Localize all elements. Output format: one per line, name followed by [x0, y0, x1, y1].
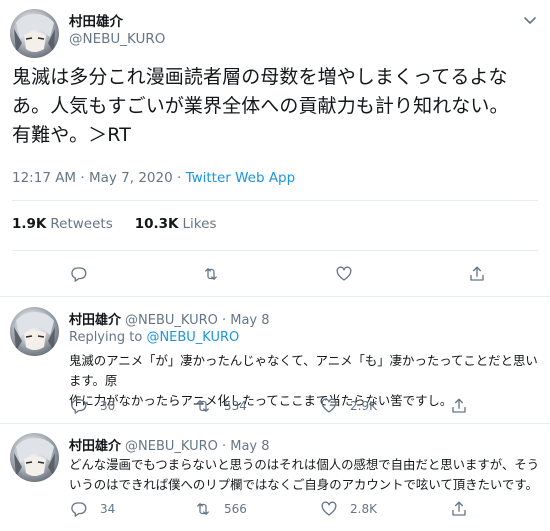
- heart-icon: [321, 398, 337, 413]
- like-button[interactable]: 2.9K: [320, 397, 377, 415]
- share-icon: [470, 266, 484, 281]
- tweet-stats: 1.9K Retweets 10.3K Likes: [12, 216, 216, 232]
- share-icon: [452, 501, 466, 516]
- retweets-label: Retweets: [50, 216, 113, 232]
- reply-tweet[interactable]: 村田雄介 @NEBU_KURO · May 8 Replying to @NEBU…: [0, 297, 550, 423]
- author-handle[interactable]: @NEBU_KURO: [69, 31, 165, 47]
- avatar[interactable]: [10, 307, 59, 356]
- retweets-stat[interactable]: 1.9K Retweets: [12, 216, 113, 232]
- reply-button[interactable]: 30: [70, 397, 115, 415]
- author-name[interactable]: 村田雄介: [69, 10, 123, 30]
- share-button[interactable]: [450, 500, 468, 518]
- reply-header: 村田雄介 @NEBU_KURO · May 8: [69, 435, 270, 454]
- retweet-button[interactable]: 534: [194, 397, 247, 415]
- divider: [12, 250, 538, 251]
- retweet-button[interactable]: [202, 265, 220, 283]
- reply-button[interactable]: [70, 265, 88, 283]
- replying-to: Replying to @NEBU_KURO: [69, 330, 239, 345]
- share-icon: [452, 398, 466, 413]
- retweet-icon: [197, 503, 209, 515]
- reply-tweet[interactable]: 村田雄介 @NEBU_KURO · May 8 どんな漫画でもつまらないと思うのは…: [0, 424, 550, 531]
- divider: [12, 200, 538, 201]
- tweet-timestamp[interactable]: 12:17 AM · May 7, 2020 ·: [12, 170, 186, 186]
- reply-meta: @NEBU_KURO · May 8: [125, 313, 270, 328]
- tweet-text-line: 鬼滅は多分これ漫画読者層の母数を増やしまくってるよな: [12, 66, 508, 88]
- heart-icon: [321, 501, 337, 516]
- share-button[interactable]: [450, 397, 468, 415]
- reply-meta: @NEBU_KURO · May 8: [125, 439, 270, 454]
- tweet-meta: 12:17 AM · May 7, 2020 · Twitter Web App: [12, 170, 295, 186]
- reply-author-name[interactable]: 村田雄介: [69, 313, 121, 328]
- like-count: 2.8K: [350, 502, 377, 516]
- retweet-count: 534: [224, 399, 247, 413]
- likes-label: Likes: [182, 216, 217, 232]
- likes-count: 10.3K: [134, 216, 179, 232]
- retweets-count: 1.9K: [12, 216, 47, 232]
- reply-count: 30: [100, 399, 116, 413]
- reply-text: どんな漫画でもつまらないと思うのはそれは個人の感想で自由だと思いますが、そう い…: [69, 455, 541, 495]
- likes-stat[interactable]: 10.3K Likes: [135, 216, 217, 232]
- reply-count: 34: [100, 502, 116, 516]
- reply-header: 村田雄介 @NEBU_KURO · May 8: [69, 309, 270, 328]
- heart-icon: [336, 266, 352, 281]
- like-button[interactable]: [335, 265, 353, 283]
- reply-icon: [71, 267, 87, 282]
- share-button[interactable]: [468, 265, 486, 283]
- retweet-icon: [205, 268, 217, 280]
- author-avatar[interactable]: [10, 9, 59, 58]
- like-button[interactable]: 2.8K: [320, 500, 377, 518]
- reply-author-name[interactable]: 村田雄介: [69, 439, 121, 454]
- replying-to-prefix: Replying to: [69, 330, 147, 345]
- retweet-count: 566: [224, 502, 247, 516]
- tweet-source[interactable]: Twitter Web App: [186, 170, 296, 186]
- reply-actions: 34 566 2.8K: [0, 500, 550, 522]
- tweet-text-line: あ。人気もすごいが業界全体への貢献力も計り知れない。: [12, 95, 509, 117]
- retweet-button[interactable]: 566: [194, 500, 247, 518]
- chevron-down-icon[interactable]: [522, 12, 538, 28]
- reply-actions: 30 534 2.9K: [0, 397, 550, 419]
- reply-icon: [71, 399, 87, 414]
- avatar[interactable]: [10, 433, 59, 482]
- tweet-text-line: 有難や。＞RT: [12, 124, 131, 146]
- reply-text-line: いうのはできれば僕へのリプ欄ではなくご自身のアカウントで呟いて頂きたいです。: [69, 477, 538, 492]
- reply-text-line: 鬼滅のアニメ「が」凄かったんじゃなくて、アニメ「も」凄かったってことだと思います…: [69, 353, 538, 388]
- tweet-actions: [0, 265, 550, 287]
- like-count: 2.9K: [350, 399, 377, 413]
- retweet-icon: [197, 400, 209, 412]
- reply-button[interactable]: 34: [70, 500, 115, 518]
- reply-text-line: どんな漫画でもつまらないと思うのはそれは個人の感想で自由だと思いますが、そう: [69, 457, 540, 472]
- tweet-text: 鬼滅は多分これ漫画読者層の母数を増やしまくってるよな あ。人気もすごいが業界全体…: [12, 63, 542, 150]
- replying-to-link[interactable]: @NEBU_KURO: [146, 330, 239, 345]
- reply-icon: [71, 502, 87, 517]
